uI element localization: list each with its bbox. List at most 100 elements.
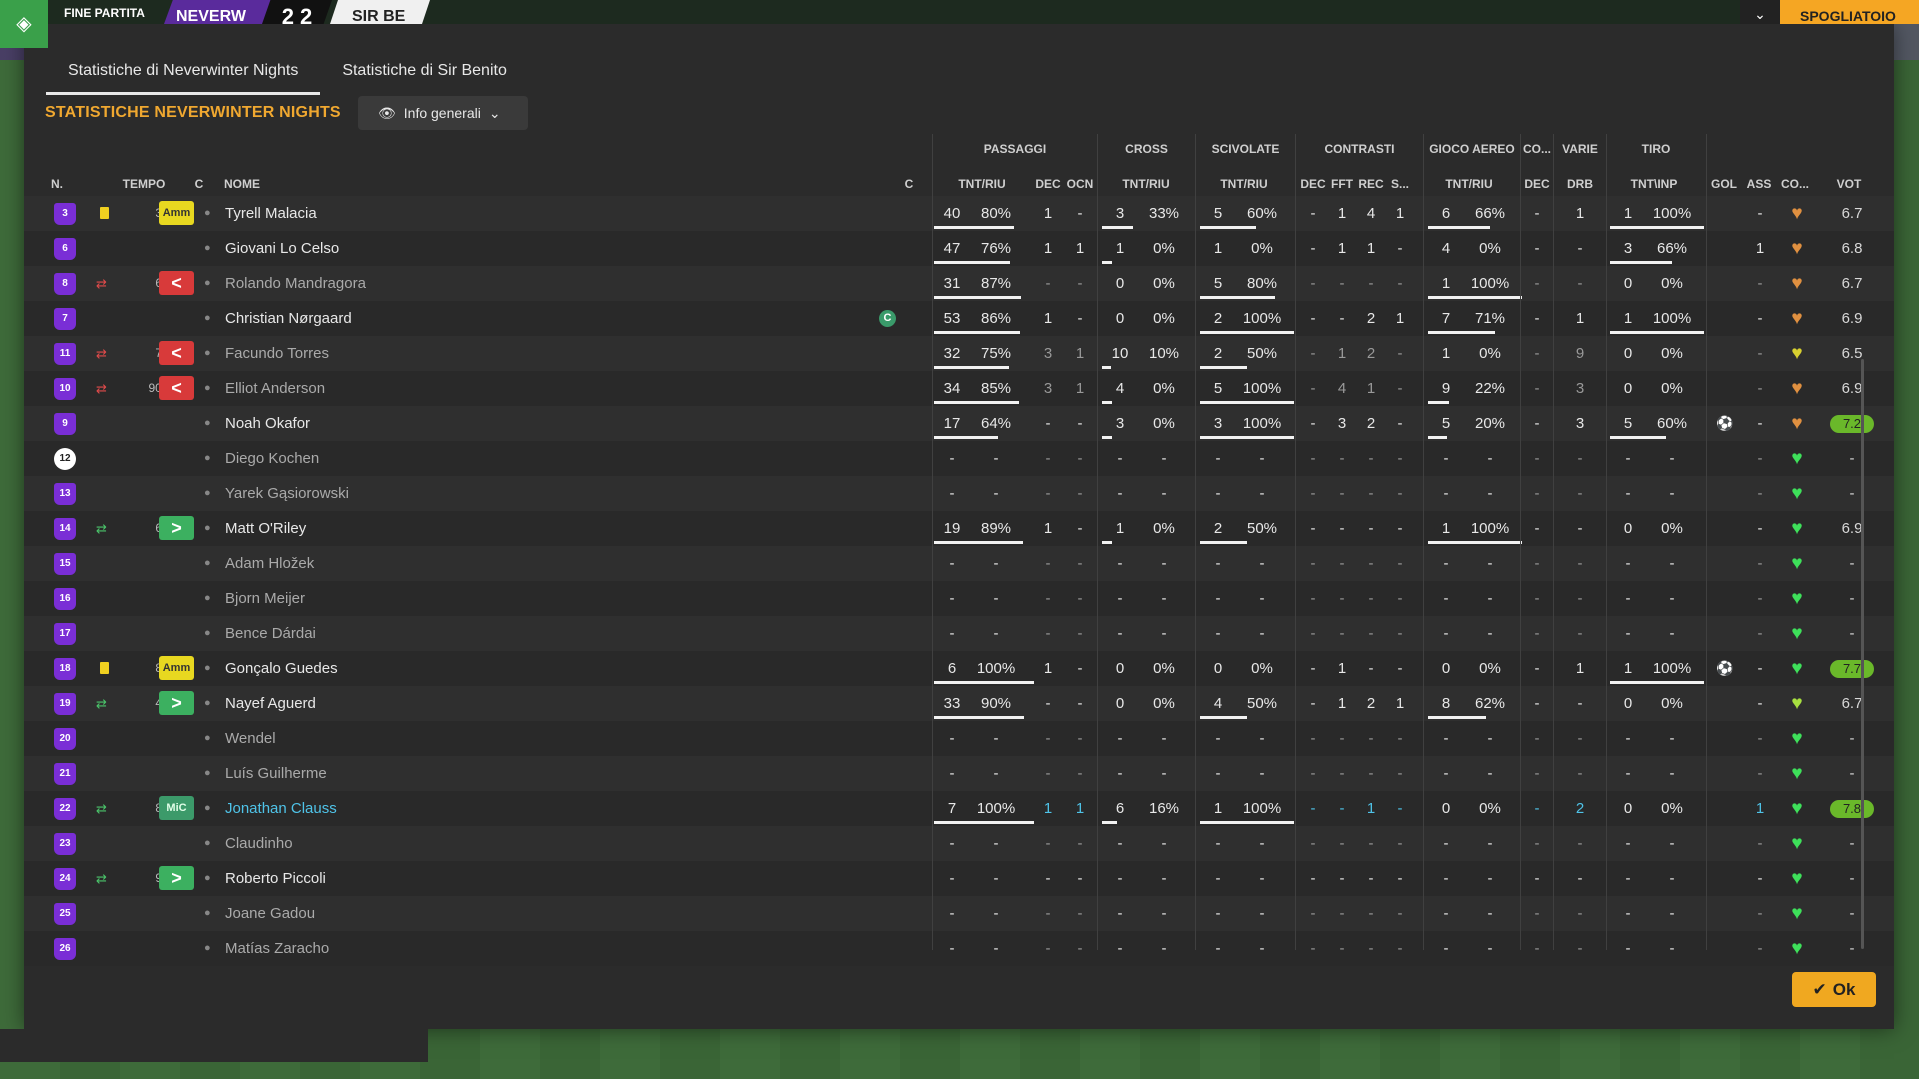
table-row[interactable]: 20 ● Wendel - - - - - - - - - - - - - - - - - - - ♥ - <box>24 721 1894 756</box>
table-row[interactable]: 6 ● Giovani Lo Celso 47 76% 1 1 1 0% 1 0% -1 1-4 0% - -… <box>24 231 1894 266</box>
stat-success-rate: - <box>1487 905 1493 922</box>
table-row[interactable]: 17 ● Bence Dárdai - - - - - - - - - - - - - - - - - - - ♥ - <box>24 616 1894 651</box>
column-header-tempo[interactable]: TEMPO <box>116 177 172 191</box>
player-name[interactable]: Facundo Torres <box>225 336 329 371</box>
stat-success-rate: - <box>1161 590 1167 607</box>
dressing-room-button[interactable]: SPOGLIATOIO <box>1780 0 1919 24</box>
column-header-con-fft[interactable]: FFT <box>1328 177 1356 191</box>
table-row[interactable]: 13 ● Yarek Gąsiorowski - - - - - - - - - - - - - - - - - - - ♥… <box>24 476 1894 511</box>
player-name[interactable]: Jonathan Clauss <box>225 791 337 826</box>
stat-success-rate: - <box>993 590 999 607</box>
table-row[interactable]: 16 ● Bjorn Meijer - - - - - - - - - - - - - - - - - - - ♥ - <box>24 581 1894 616</box>
column-header-con-s[interactable]: S... <box>1386 177 1414 191</box>
player-name[interactable]: Noah Okafor <box>225 406 310 441</box>
player-name[interactable]: Diego Kochen <box>225 441 319 476</box>
table-scrollbar[interactable] <box>1861 359 1864 949</box>
player-name[interactable]: Matt O'Riley <box>225 511 306 546</box>
column-header-nome[interactable]: NOME <box>224 177 304 191</box>
table-row[interactable]: 25 ● Joane Gadou - - - - - - - - - - - - - - - - - - - ♥ - <box>24 896 1894 931</box>
table-row[interactable]: 335Amm●Tyrell Malacia4080%1-333%560%-141… <box>24 196 1894 231</box>
column-header-pass-dec[interactable]: DEC <box>1034 177 1062 191</box>
table-row[interactable]: 21 ● Luís Guilherme - - - - - - - - - - - - - - - - - - - ♥ - <box>24 756 1894 791</box>
column-header-pass-tnt[interactable]: TNT/RIU <box>942 177 1022 191</box>
column-header-sciv-tnt[interactable]: TNT/RIU <box>1204 177 1284 191</box>
collapse-chevron-icon[interactable]: ⌄ <box>1740 0 1780 24</box>
player-name[interactable]: Elliot Anderson <box>225 371 325 406</box>
column-header-con-dec[interactable]: DEC <box>1299 177 1327 191</box>
table-row[interactable]: 22⇄80MiC●Jonathan Clauss7100%11616%1100%… <box>24 791 1894 826</box>
event-badge: > <box>159 866 194 890</box>
player-name[interactable]: Nayef Aguerd <box>225 686 316 721</box>
table-row[interactable]: 11⇄70<●Facundo Torres3275%311010%250%-12… <box>24 336 1894 371</box>
player-name[interactable]: Joane Gadou <box>225 896 315 931</box>
column-header-vot[interactable]: VOT <box>1832 177 1866 191</box>
table-row[interactable]: 19⇄45>●Nayef Aguerd3390%--00%450%-121862… <box>24 686 1894 721</box>
tab-away-stats[interactable]: Statistiche di Sir Benito <box>320 52 529 95</box>
column-header-c[interactable]: C <box>184 177 214 191</box>
table-row[interactable]: 26 ● Matías Zaracho - - - - - - - - - - - - - - - - - - - ♥ - <box>24 931 1894 966</box>
stat-cd: - <box>1310 485 1316 502</box>
column-header-aereo-tnt[interactable]: TNT/RIU <box>1429 177 1509 191</box>
table-row[interactable]: 7 ● Christian Nørgaard C 53 86% 1-0 0% 2 100% - -2 1… <box>24 301 1894 336</box>
success-rate-bar <box>1428 716 1487 719</box>
shirt-number-badge: 20 <box>54 728 76 750</box>
player-name[interactable]: Giovani Lo Celso <box>225 231 339 266</box>
tab-home-stats[interactable]: Statistiche di Neverwinter Nights <box>46 52 321 95</box>
table-row[interactable]: 12 ● Diego Kochen - - - - - - - - - - - - - - - - - - - ♥ - <box>24 441 1894 476</box>
player-name[interactable]: Tyrell Malacia <box>225 196 317 231</box>
table-row[interactable]: 10⇄90+6<●Elliot Anderson3485%3140%5100%-… <box>24 371 1894 406</box>
stat-dec: - <box>1045 485 1051 502</box>
table-row[interactable]: 23 ● Claudinho - - - - - - - - - - - - - - - - - - - ♥ - <box>24 826 1894 861</box>
column-header-con-rec[interactable]: REC <box>1357 177 1385 191</box>
table-row[interactable]: 9 ● Noah Okafor 17 64% - -3 0% 3 100% -3 2-5 20% -3 5 6… <box>24 406 1894 441</box>
column-header-n[interactable]: N. <box>51 177 81 191</box>
column-header-pass-ocn[interactable]: OCN <box>1064 177 1096 191</box>
table-row[interactable]: 15 ● Adam Hložek - - - - - - - - - - - - - - - - - - - ♥ - <box>24 546 1894 581</box>
column-header-co[interactable]: CO... <box>1778 177 1812 191</box>
player-name[interactable]: Claudinho <box>225 826 293 861</box>
column-header-varie-drb[interactable]: DRB <box>1562 177 1598 191</box>
stat-attempts: - <box>1215 870 1221 887</box>
table-row[interactable]: 14⇄60>●Matt O'Riley1989%1-10%250%----110… <box>24 511 1894 546</box>
column-header-cross-tnt[interactable]: TNT/RIU <box>1106 177 1186 191</box>
substitution-icon: ⇄ <box>96 381 107 396</box>
stat-cs: - <box>1397 555 1403 572</box>
player-name[interactable]: Rolando Mandragora <box>225 266 366 301</box>
player-name[interactable]: Bence Dárdai <box>225 616 316 651</box>
stat-success-rate: - <box>1259 450 1265 467</box>
stat-attempts: - <box>949 450 955 467</box>
table-row[interactable]: 8⇄60<●Rolando Mandragora3187%--00%580%--… <box>24 266 1894 301</box>
stat-cd: - <box>1310 625 1316 642</box>
shirt-number-badge: 16 <box>54 588 76 610</box>
player-name[interactable]: Christian Nørgaard <box>225 301 352 336</box>
stat-success-rate: - <box>1669 940 1675 957</box>
player-name[interactable]: Gonçalo Guedes <box>225 651 338 686</box>
ok-button[interactable]: ✔ Ok <box>1792 972 1876 1007</box>
player-name[interactable]: Adam Hložek <box>225 546 314 581</box>
stat-cd: - <box>1310 380 1316 397</box>
player-name[interactable]: Matías Zaracho <box>225 931 329 966</box>
stat-drb: - <box>1577 905 1583 922</box>
stat-cf: - <box>1339 905 1345 922</box>
column-header-c2[interactable]: C <box>899 177 919 191</box>
view-selector-dropdown[interactable]: 👁 Info generali ⌄ <box>358 96 528 130</box>
table-row[interactable]: 24⇄90>●Roberto Piccoli------------------… <box>24 861 1894 896</box>
person-icon: ● <box>204 312 211 324</box>
player-name[interactable]: Luís Guilherme <box>225 756 327 791</box>
player-rating: 6.7 <box>1841 695 1863 712</box>
player-name[interactable]: Roberto Piccoli <box>225 861 326 896</box>
player-name[interactable]: Yarek Gąsiorowski <box>225 476 349 511</box>
stat-attempts: - <box>1443 940 1449 957</box>
stat-dec: 1 <box>1043 310 1053 327</box>
home-team-label: NEVERW <box>164 0 274 24</box>
stat-success-rate: 0% <box>1479 240 1501 257</box>
table-row[interactable]: 1881Amm●Gonçalo Guedes6100%1-00%00%-1--0… <box>24 651 1894 686</box>
player-rating: - <box>1849 590 1855 607</box>
player-name[interactable]: Bjorn Meijer <box>225 581 305 616</box>
column-header-ass[interactable]: ASS <box>1744 177 1774 191</box>
player-name[interactable]: Wendel <box>225 721 276 756</box>
column-header-gol[interactable]: GOL <box>1709 177 1739 191</box>
stat-attempts: - <box>1443 870 1449 887</box>
column-header-co-dec[interactable]: DEC <box>1522 177 1552 191</box>
column-header-tiro-tnt[interactable]: TNT\INP <box>1614 177 1694 191</box>
